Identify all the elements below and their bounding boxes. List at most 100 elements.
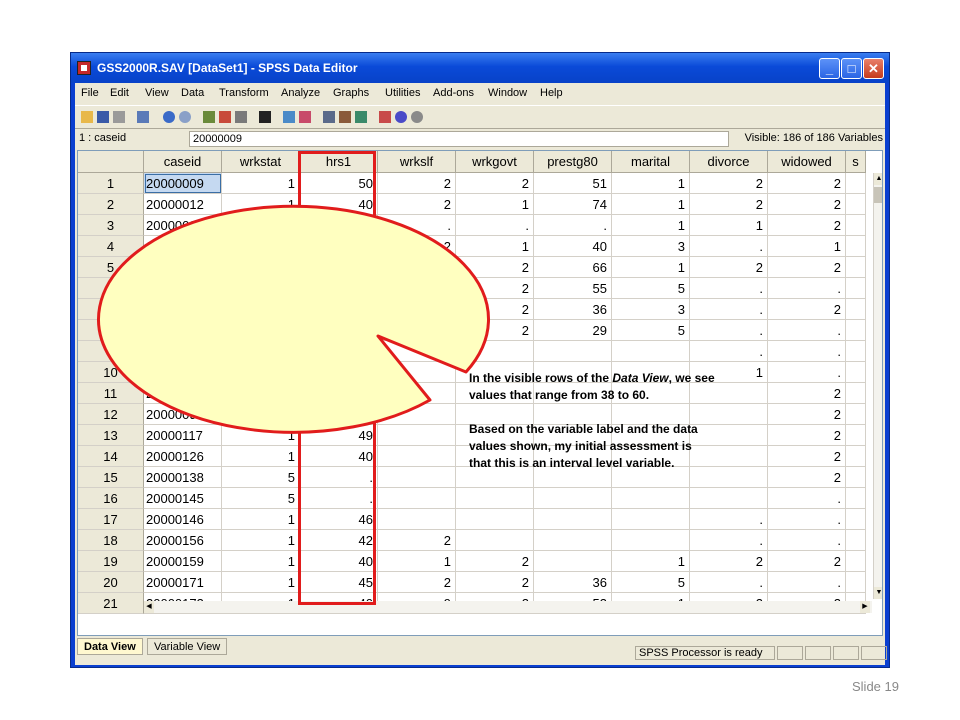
show-all-variables-icon[interactable]: [411, 111, 423, 123]
row-number[interactable]: 8: [78, 320, 144, 341]
table-cell[interactable]: 2: [456, 572, 534, 593]
table-cell[interactable]: 20000126: [144, 446, 222, 467]
value-labels-icon[interactable]: [379, 111, 391, 123]
table-cell[interactable]: 2: [378, 173, 456, 194]
table-cell[interactable]: 20000156: [144, 530, 222, 551]
row-number[interactable]: 11: [78, 383, 144, 404]
table-cell[interactable]: .: [690, 320, 768, 341]
table-cell[interactable]: 2: [768, 173, 846, 194]
menu-view[interactable]: View: [145, 87, 169, 99]
dialog-recall-icon[interactable]: [137, 111, 149, 123]
close-button[interactable]: ✕: [863, 58, 884, 79]
table-cell[interactable]: .: [300, 341, 378, 362]
table-cell[interactable]: [612, 509, 690, 530]
row-number[interactable]: 9: [78, 341, 144, 362]
table-cell[interactable]: 1: [612, 194, 690, 215]
table-cell[interactable]: [846, 278, 866, 299]
table-cell[interactable]: [846, 320, 866, 341]
table-cell[interactable]: [846, 341, 866, 362]
table-cell[interactable]: 5: [612, 320, 690, 341]
table-cell[interactable]: 1: [612, 551, 690, 572]
find-icon[interactable]: [259, 111, 271, 123]
table-cell[interactable]: [378, 446, 456, 467]
table-cell[interactable]: .: [768, 488, 846, 509]
scroll-up-icon[interactable]: ▲: [874, 173, 882, 185]
column-header-hrs1[interactable]: hrs1: [300, 151, 378, 173]
table-cell[interactable]: 2: [456, 173, 534, 194]
table-cell[interactable]: 2: [378, 341, 456, 362]
table-cell[interactable]: [846, 551, 866, 572]
table-cell[interactable]: 2: [768, 425, 846, 446]
table-cell[interactable]: [534, 488, 612, 509]
table-cell[interactable]: 2: [768, 467, 846, 488]
table-cell[interactable]: 1: [222, 572, 300, 593]
table-cell[interactable]: [378, 509, 456, 530]
table-cell[interactable]: .: [300, 236, 378, 257]
table-cell[interactable]: [846, 299, 866, 320]
table-cell[interactable]: 3: [612, 299, 690, 320]
table-cell[interactable]: 20000171: [144, 572, 222, 593]
horizontal-scrollbar[interactable]: ◀ ▶: [144, 601, 872, 613]
table-cell[interactable]: [846, 572, 866, 593]
table-cell[interactable]: 20000029: [144, 236, 222, 257]
row-number[interactable]: 19: [78, 551, 144, 572]
table-cell[interactable]: [378, 467, 456, 488]
table-cell[interactable]: 2: [378, 320, 456, 341]
table-cell[interactable]: [846, 446, 866, 467]
table-cell[interactable]: 20000072: [144, 362, 222, 383]
row-number[interactable]: 20: [78, 572, 144, 593]
table-cell[interactable]: 2: [378, 572, 456, 593]
row-number[interactable]: 21: [78, 593, 144, 614]
table-cell[interactable]: 40: [300, 446, 378, 467]
table-cell[interactable]: [456, 509, 534, 530]
menu-data[interactable]: Data: [181, 87, 204, 99]
print-icon[interactable]: [113, 111, 125, 123]
table-cell[interactable]: [846, 173, 866, 194]
table-cell[interactable]: 1: [612, 173, 690, 194]
table-cell[interactable]: .: [300, 488, 378, 509]
table-cell[interactable]: 20000146: [144, 509, 222, 530]
table-cell[interactable]: 42: [300, 530, 378, 551]
table-cell[interactable]: [378, 362, 456, 383]
table-cell[interactable]: 20000145: [144, 488, 222, 509]
table-cell[interactable]: .: [768, 530, 846, 551]
table-cell[interactable]: 1: [222, 278, 300, 299]
row-number[interactable]: 16: [78, 488, 144, 509]
table-cell[interactable]: [456, 488, 534, 509]
table-cell[interactable]: 29: [534, 320, 612, 341]
table-cell[interactable]: 1: [222, 257, 300, 278]
table-cell[interactable]: 7: [222, 341, 300, 362]
table-cell[interactable]: [846, 488, 866, 509]
table-cell[interactable]: 20000043: [144, 299, 222, 320]
table-cell[interactable]: 2: [378, 299, 456, 320]
column-header-prestg80[interactable]: prestg80: [534, 151, 612, 173]
menu-window[interactable]: Window: [488, 87, 527, 99]
table-cell[interactable]: .: [378, 215, 456, 236]
table-cell[interactable]: 20000117: [144, 425, 222, 446]
row-number[interactable]: 17: [78, 509, 144, 530]
menu-edit[interactable]: Edit: [110, 87, 129, 99]
row-number[interactable]: 13: [78, 425, 144, 446]
menu-transform[interactable]: Transform: [219, 87, 269, 99]
table-cell[interactable]: 1: [456, 194, 534, 215]
table-cell[interactable]: [846, 509, 866, 530]
table-cell[interactable]: 1: [222, 509, 300, 530]
table-cell[interactable]: .: [768, 278, 846, 299]
row-number[interactable]: 4: [78, 236, 144, 257]
table-cell[interactable]: 2: [768, 215, 846, 236]
table-cell[interactable]: 50: [300, 173, 378, 194]
row-number[interactable]: 7: [78, 299, 144, 320]
column-header-wrkslf[interactable]: wrkslf: [378, 151, 456, 173]
column-header-caseid[interactable]: caseid: [144, 151, 222, 173]
table-cell[interactable]: [846, 362, 866, 383]
table-cell[interactable]: 2: [378, 530, 456, 551]
table-cell[interactable]: .: [690, 299, 768, 320]
row-number[interactable]: 15: [78, 467, 144, 488]
table-cell[interactable]: 1: [456, 236, 534, 257]
table-cell[interactable]: 36: [534, 299, 612, 320]
insert-variable-icon[interactable]: [299, 111, 311, 123]
table-cell[interactable]: .: [300, 467, 378, 488]
table-cell[interactable]: 1: [222, 446, 300, 467]
table-cell[interactable]: [378, 404, 456, 425]
table-cell[interactable]: 46: [300, 509, 378, 530]
